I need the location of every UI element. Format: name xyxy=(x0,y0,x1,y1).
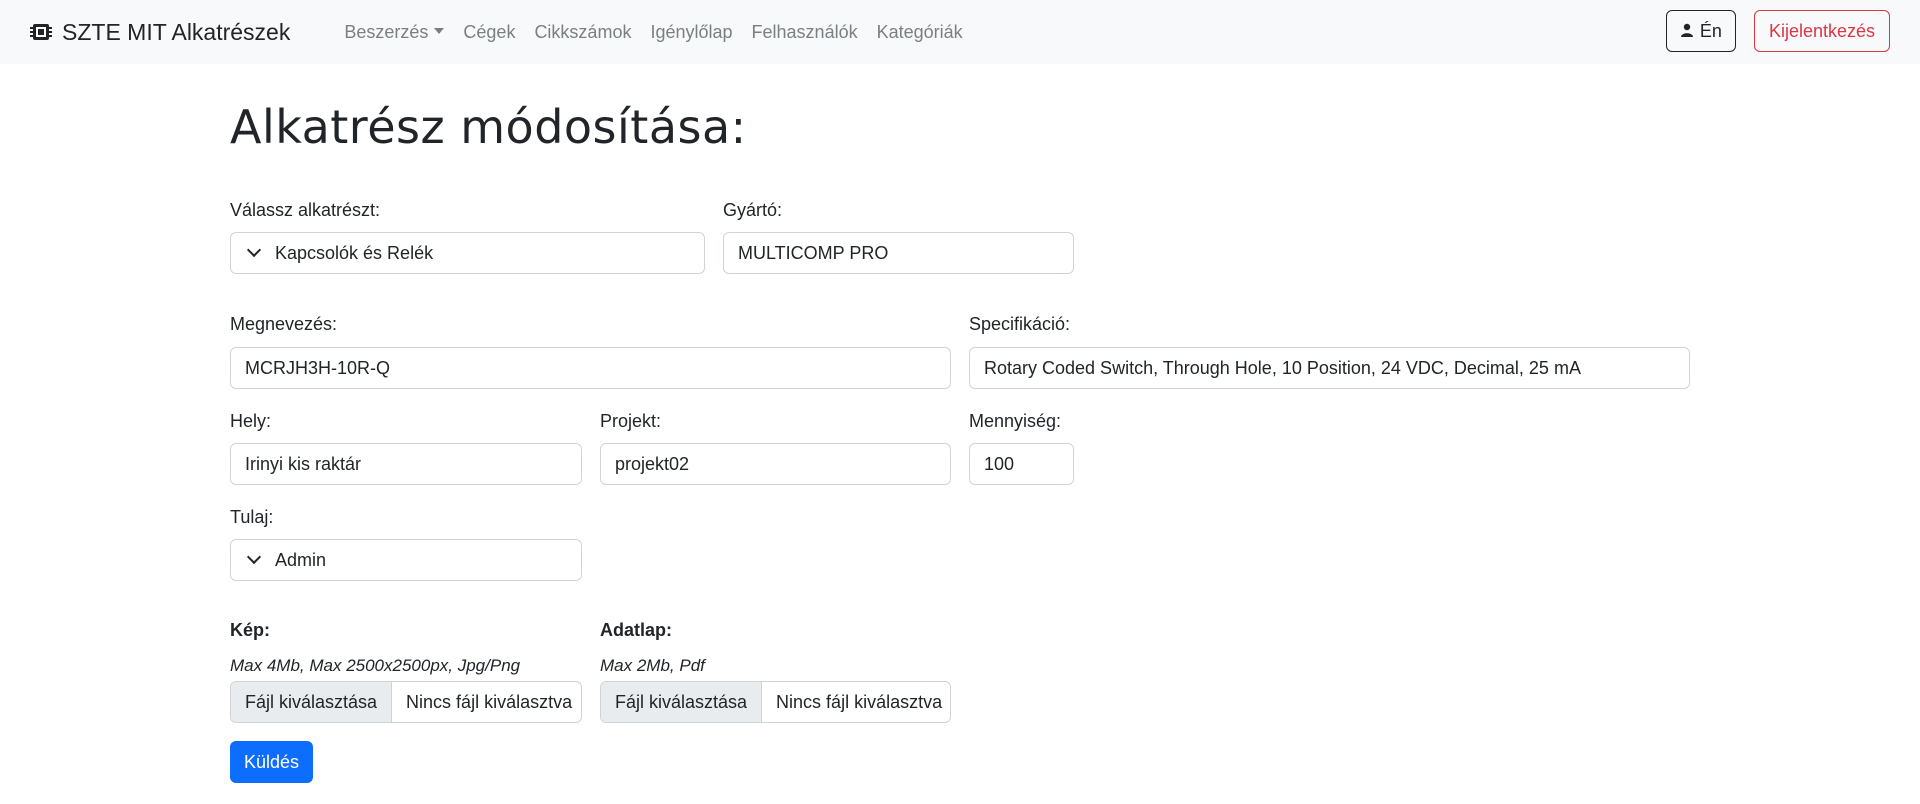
name-input[interactable]: MCRJH3H-10R-Q xyxy=(230,347,951,389)
image-file-input[interactable]: Fájl kiválasztása Nincs fájl kiválasztva xyxy=(230,681,582,723)
category-select-value: Kapcsolók és Relék xyxy=(275,242,434,263)
profile-button[interactable]: Én xyxy=(1665,10,1736,52)
chevron-down-icon xyxy=(246,549,262,565)
owner-select[interactable]: Admin xyxy=(230,539,582,581)
brand-text: SZTE MIT Alkatrészek xyxy=(62,18,291,45)
caret-down-icon xyxy=(434,27,445,34)
quantity-label: Mennyiség: xyxy=(969,411,1062,431)
image-hint: Max 4Mb, Max 2500x2500px, Jpg/Png xyxy=(230,656,521,675)
datasheet-file-input[interactable]: Fájl kiválasztása Nincs fájl kiválasztva xyxy=(600,681,951,723)
brand[interactable]: SZTE MIT Alkatrészek xyxy=(30,19,290,46)
datasheet-file-status: Nincs fájl kiválasztva xyxy=(776,691,943,712)
main-content: Alkatrész módosítása: Válassz alkatrészt… xyxy=(0,64,1920,804)
manufacturer-input[interactable]: MULTICOMP PRO xyxy=(723,232,1074,274)
category-select[interactable]: Kapcsolók és Relék xyxy=(230,232,705,274)
nav-link-label: Beszerzés xyxy=(344,21,429,42)
name-label: Megnevezés: xyxy=(230,314,338,334)
datasheet-choose-file-button[interactable]: Fájl kiválasztása xyxy=(601,682,763,722)
location-label: Hely: xyxy=(230,411,272,431)
user-icon xyxy=(1680,21,1694,42)
owner-select-value: Admin xyxy=(275,549,327,570)
project-input[interactable]: projekt02 xyxy=(600,443,951,485)
page-title: Alkatrész módosítása: xyxy=(230,100,747,154)
image-choose-file-button[interactable]: Fájl kiválasztása xyxy=(231,682,393,722)
image-label: Kép: xyxy=(230,620,270,640)
nav-link-request-form[interactable]: Igénylőlap xyxy=(650,22,732,43)
nav-links: Beszerzés Cégek Cikkszámok Igénylőlap Fe… xyxy=(344,22,981,43)
quantity-input[interactable]: 100 xyxy=(969,443,1074,485)
profile-button-label: Én xyxy=(1699,20,1722,41)
submit-button[interactable]: Küldés xyxy=(230,741,313,783)
chip-icon xyxy=(30,21,52,43)
owner-label: Tulaj: xyxy=(230,507,274,527)
nav-link-part-numbers[interactable]: Cikkszámok xyxy=(534,22,631,43)
nav-link-categories[interactable]: Kategóriák xyxy=(877,22,963,43)
nav-link-purchasing[interactable]: Beszerzés xyxy=(344,21,445,43)
datasheet-hint: Max 2Mb, Pdf xyxy=(600,656,705,675)
navbar: SZTE MIT Alkatrészek Beszerzés Cégek Cik… xyxy=(0,0,1920,64)
category-label: Válassz alkatrészt: xyxy=(230,200,381,220)
image-file-status: Nincs fájl kiválasztva xyxy=(406,691,573,712)
datasheet-label: Adatlap: xyxy=(600,620,672,640)
logout-button[interactable]: Kijelentkezés xyxy=(1753,10,1890,52)
location-input[interactable]: Irinyi kis raktár xyxy=(230,443,582,485)
nav-link-users[interactable]: Felhasználók xyxy=(752,22,858,43)
project-label: Projekt: xyxy=(600,411,662,431)
manufacturer-label: Gyártó: xyxy=(723,200,783,220)
chevron-down-icon xyxy=(246,242,262,258)
nav-link-companies[interactable]: Cégek xyxy=(463,22,515,43)
spec-input[interactable]: Rotary Coded Switch, Through Hole, 10 Po… xyxy=(969,347,1690,389)
spec-label: Specifikáció: xyxy=(969,314,1071,334)
nav-right: Én Kijelentkezés xyxy=(1665,10,1890,52)
